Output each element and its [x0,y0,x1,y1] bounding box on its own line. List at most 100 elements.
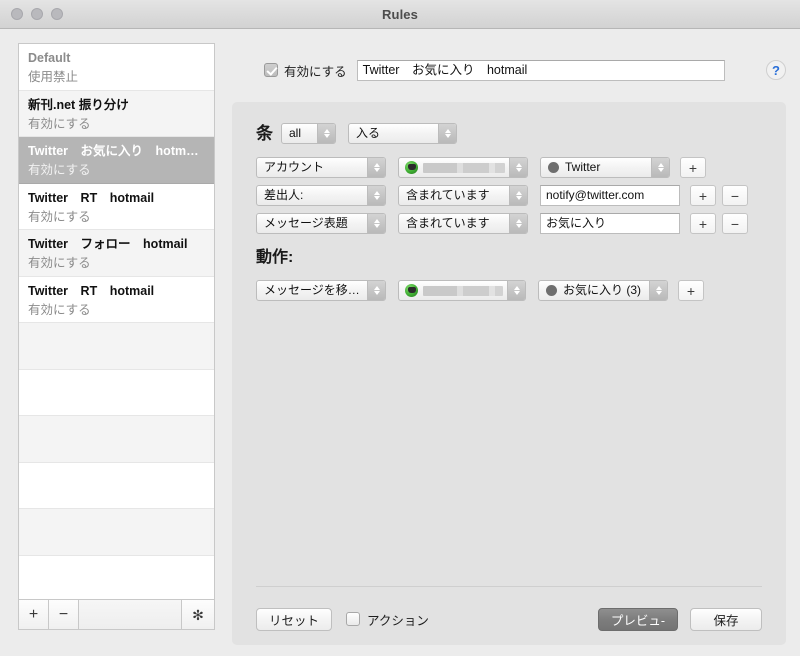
list-item[interactable]: 新刊.net 振り分け 有効にする [19,90,214,137]
rule-subtitle: 有効にする [28,116,91,131]
panel-footer: リセット アクション プレビュ- 保存 [256,607,762,631]
action-account-select[interactable] [398,280,526,301]
operator-value: 含まれています [406,216,490,230]
rule-title: Twitter RT hotmail [28,283,155,298]
mailbox-dot-icon [546,285,557,296]
condition-operator-select[interactable]: 含まれています [398,213,528,234]
add-action-button[interactable]: + [678,280,704,301]
enable-rule-label: 有効にする [284,64,347,79]
action-mailbox-select[interactable]: お気に入り (3) [538,280,668,301]
criterion-value: アカウント [264,160,325,174]
conditions-label: 条 [256,123,273,143]
chevron-updown-icon [507,281,525,300]
actions-label: 動作: [256,249,294,266]
sidebar-footer-filler [79,600,182,629]
gear-icon[interactable]: ✻ [182,600,214,629]
chevron-updown-icon [317,124,335,143]
condition-account-select[interactable] [398,157,528,178]
conditions-header: 条 all 入る [256,123,786,144]
chevron-updown-icon [509,158,527,177]
rule-title: Twitter RT hotmail [28,190,155,205]
add-condition-button[interactable]: + [680,157,706,178]
chevron-updown-icon [367,158,385,177]
list-item-empty[interactable] [19,509,214,556]
account-name-redacted [423,285,503,296]
account-icon [405,284,418,297]
sidebar-footer: + − ✻ [19,599,214,629]
add-condition-button[interactable]: + [690,185,716,206]
chevron-updown-icon [367,281,385,300]
condition-value-input[interactable]: notify@twitter.com [540,185,680,206]
rule-name-input[interactable]: Twitter お気に入り hotmail [356,59,725,81]
action-checkbox-label: アクション [367,613,429,628]
match-mode-select[interactable]: all [281,123,336,144]
account-icon [405,161,418,174]
preview-button[interactable]: プレビュ- [597,607,678,631]
rule-detail-pane: 有効にする Twitter お気に入り hotmail ? 条 all 入る ア… [232,43,786,658]
chevron-updown-icon [649,281,667,300]
rules-sidebar: Default 使用禁止 新刊.net 振り分け 有効にする Twitter お… [18,43,215,630]
reset-button[interactable]: リセット [256,607,333,631]
row-buttons: + [678,280,704,301]
condition-criterion-select[interactable]: アカウント [256,157,386,178]
help-icon[interactable]: ? [766,60,786,80]
enable-rule-checkbox[interactable] [264,63,278,77]
scope-value: 入る [356,126,381,140]
rule-subtitle: 有効にする [28,256,91,270]
add-condition-button[interactable]: + [690,213,716,234]
list-item[interactable]: Twitter RT hotmail 有効にする [19,183,214,230]
list-item-selected[interactable]: Twitter お気に入り hotm… 有効にする [19,137,214,184]
condition-rows: アカウント Twitter + 差出人: 含まれています notify@twit… [256,157,786,234]
match-mode-value: all [289,126,302,140]
remove-condition-button[interactable]: − [722,213,748,234]
chevron-updown-icon [438,124,456,143]
condition-criterion-select[interactable]: 差出人: [256,185,386,206]
list-item[interactable]: Default 使用禁止 [19,44,214,91]
rule-subtitle: 有効にする [28,302,91,317]
condition-value-input[interactable]: お気に入り [540,213,680,234]
footer-actions: プレビュ- 保存 [597,607,762,631]
enable-row: 有効にする Twitter お気に入り hotmail ? [264,58,786,82]
rule-title: Twitter フォロー hotmail [28,237,188,251]
remove-rule-button[interactable]: − [49,600,79,629]
list-item-empty[interactable] [19,555,214,599]
list-item[interactable]: Twitter フォロー hotmail 有効にする [19,230,214,277]
condition-criterion-select[interactable]: メッセージ表題 [256,213,386,234]
action-checkbox-group: アクション [346,610,429,629]
rule-subtitle: 有効にする [28,209,91,224]
list-item-empty[interactable] [19,416,214,463]
scope-select[interactable]: 入る [348,123,457,144]
row-buttons: + − [690,213,748,234]
remove-condition-button[interactable]: − [722,185,748,206]
list-item-empty[interactable] [19,323,214,370]
list-item-empty[interactable] [19,369,214,416]
list-item[interactable]: Twitter RT hotmail 有効にする [19,276,214,323]
condition-row: メッセージ表題 含まれています お気に入り + − [256,213,786,234]
action-row: メッセージを移… お気に入り (3) + [256,280,786,301]
chevron-updown-icon [509,186,527,205]
save-button[interactable]: 保存 [690,607,762,631]
chevron-updown-icon [509,214,527,233]
action-type-value: メッセージを移… [264,283,360,297]
rule-editor-panel: 条 all 入る アカウント Twitter + 差出人: 含まれています no… [232,102,786,645]
criterion-value: 差出人: [264,188,304,202]
row-buttons: + [680,157,706,178]
footer-divider [256,586,762,587]
criterion-value: メッセージ表題 [264,216,348,230]
action-checkbox[interactable] [346,612,361,626]
operator-value: 含まれています [406,188,490,202]
rule-subtitle: 有効にする [28,163,91,177]
list-item-empty[interactable] [19,462,214,509]
row-buttons: + − [690,185,748,206]
mailbox-dot-icon [548,162,559,173]
rules-window: Rules Default 使用禁止 新刊.net 振り分け 有効にする Twi… [0,0,800,658]
condition-value-select[interactable]: Twitter [540,157,670,178]
chevron-updown-icon [367,214,385,233]
add-rule-button[interactable]: + [19,600,49,629]
window-title: Rules [382,6,418,22]
chevron-updown-icon [367,186,385,205]
rules-list[interactable]: Default 使用禁止 新刊.net 振り分け 有効にする Twitter お… [19,44,214,599]
condition-operator-select[interactable]: 含まれています [398,185,528,206]
action-type-select[interactable]: メッセージを移… [256,280,386,301]
condition-row: 差出人: 含まれています notify@twitter.com + − [256,185,786,206]
